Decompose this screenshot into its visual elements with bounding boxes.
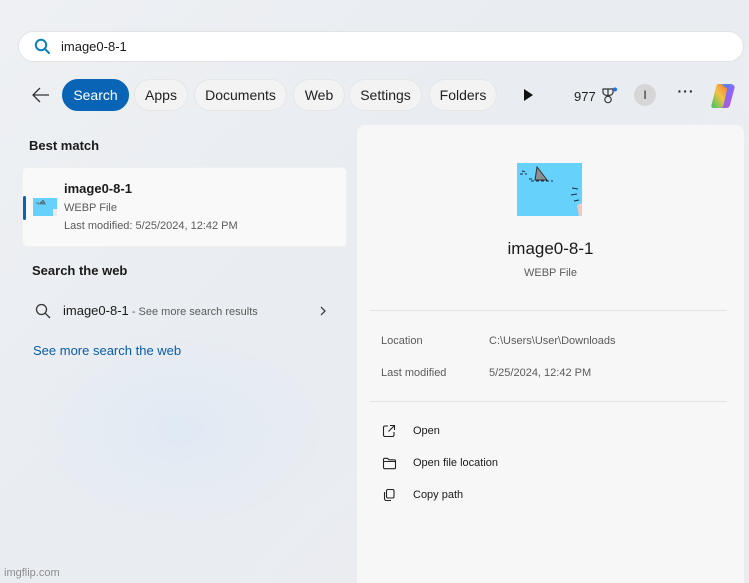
copy-path-action[interactable]: Copy path [381, 485, 581, 505]
web-search-text: image0-8-1 - See more search results [63, 303, 258, 318]
rewards-points[interactable]: 977 [574, 87, 618, 105]
copy-icon [381, 487, 397, 503]
arrow-left-icon [32, 87, 49, 103]
selection-indicator [23, 196, 26, 220]
best-match-type: WEBP File [64, 202, 117, 214]
web-search-item[interactable]: image0-8-1 - See more search results [22, 297, 347, 325]
best-match-name: image0-8-1 [64, 181, 132, 196]
tab-settings[interactable]: Settings [349, 79, 422, 111]
web-search-query: image0-8-1 [63, 303, 129, 318]
tab-search[interactable]: Search [62, 79, 129, 111]
open-action[interactable]: Open [381, 421, 581, 441]
best-match-heading: Best match [29, 138, 100, 153]
file-thumbnail [33, 198, 57, 216]
property-value-modified: 5/25/2024, 12:42 PM [489, 367, 592, 379]
play-icon [524, 89, 533, 101]
watermark: imgflip.com [4, 567, 60, 579]
tab-apps[interactable]: Apps [134, 79, 188, 111]
tab-folders-label: Folders [439, 87, 487, 103]
copilot-icon [711, 84, 735, 108]
web-search-suffix: - See more search results [128, 306, 258, 318]
more-icon: ··· [677, 83, 695, 99]
preview-thumbnail [517, 163, 582, 216]
search-icon [33, 38, 51, 56]
tab-settings-label: Settings [360, 87, 411, 103]
copy-path-label: Copy path [413, 489, 464, 501]
tab-documents-label: Documents [205, 87, 276, 103]
best-match-modified: Last modified: 5/25/2024, 12:42 PM [64, 220, 238, 232]
search-box[interactable] [18, 31, 744, 62]
avatar-initial: I [643, 88, 647, 102]
tab-web-label: Web [304, 87, 334, 103]
background-glow [30, 330, 330, 530]
open-file-location-action[interactable]: Open file location [381, 453, 581, 473]
tab-folders[interactable]: Folders [429, 79, 497, 111]
property-label-modified: Last modified [381, 367, 447, 379]
divider [370, 310, 727, 311]
trophy-icon [602, 87, 617, 104]
tab-documents[interactable]: Documents [194, 79, 287, 111]
preview-pane: image0-8-1 WEBP File Location C:\Users\U… [357, 125, 744, 583]
open-file-location-label: Open file location [413, 457, 498, 469]
tab-apps-label: Apps [145, 87, 177, 103]
property-label-location: Location [381, 335, 423, 347]
more-options-button[interactable]: ··· [676, 83, 696, 105]
more-filters-button[interactable] [520, 87, 536, 103]
search-icon [35, 303, 51, 319]
open-external-icon [381, 423, 397, 439]
tab-search-label: Search [73, 87, 118, 103]
property-value-location: C:\Users\User\Downloads [489, 335, 616, 347]
chevron-right-icon [320, 306, 326, 316]
open-action-label: Open [413, 425, 440, 437]
filter-bar: Search Apps Documents Web Settings Folde… [26, 79, 744, 111]
best-match-item[interactable]: image0-8-1 WEBP File Last modified: 5/25… [22, 167, 347, 247]
avatar[interactable]: I [634, 84, 656, 106]
rewards-points-value: 977 [574, 88, 596, 104]
back-button[interactable] [30, 84, 52, 106]
preview-file-name: image0-8-1 [507, 239, 594, 258]
divider [370, 401, 727, 402]
preview-file-type: WEBP File [524, 267, 577, 279]
see-more-web-link[interactable]: See more search the web [33, 343, 181, 358]
copilot-button[interactable] [708, 81, 738, 111]
search-input[interactable] [61, 39, 661, 54]
folder-icon [381, 455, 397, 471]
tab-web[interactable]: Web [293, 79, 345, 111]
search-web-heading: Search the web [32, 263, 128, 278]
